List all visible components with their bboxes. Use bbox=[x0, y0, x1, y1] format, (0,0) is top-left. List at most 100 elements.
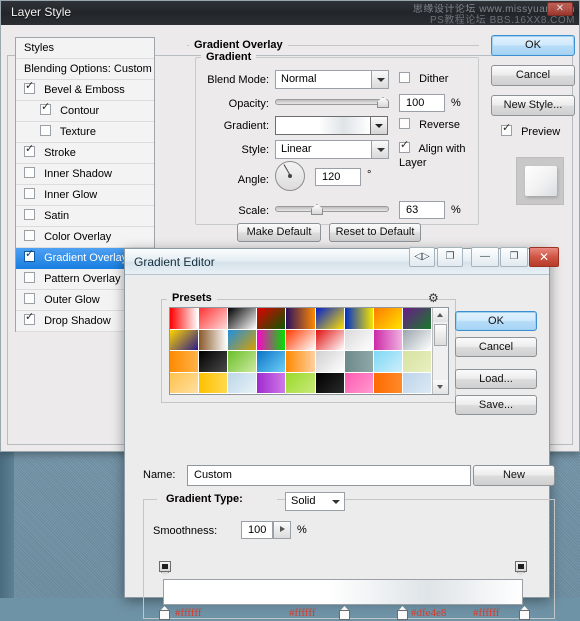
ge-load-button[interactable]: Load... bbox=[455, 369, 537, 389]
presets-grid[interactable] bbox=[170, 308, 432, 394]
checkbox-satin[interactable] bbox=[24, 209, 35, 220]
minimize-icon[interactable]: — bbox=[471, 247, 499, 267]
new-style-button[interactable]: New Style... bbox=[491, 95, 575, 116]
presets-scrollbar[interactable] bbox=[432, 308, 448, 394]
angle-input[interactable]: 120 bbox=[315, 168, 361, 186]
cancel-button[interactable]: Cancel bbox=[491, 65, 575, 86]
checkbox-outer-glow[interactable] bbox=[24, 293, 35, 304]
smoothness-input[interactable]: 100 bbox=[241, 521, 273, 539]
ok-button[interactable]: OK bbox=[491, 35, 575, 56]
gradient-preset-swatch[interactable] bbox=[315, 308, 345, 330]
checkbox-stroke[interactable] bbox=[24, 143, 35, 157]
gradient-preview-swatch[interactable] bbox=[275, 116, 371, 135]
gradient-preset-swatch[interactable] bbox=[402, 351, 432, 373]
make-default-button[interactable]: Make Default bbox=[237, 223, 321, 242]
checkbox-dither[interactable] bbox=[399, 72, 410, 83]
ge-cancel-button[interactable]: Cancel bbox=[455, 337, 537, 357]
gradient-preset-swatch[interactable] bbox=[402, 308, 432, 330]
gradient-preset-swatch[interactable] bbox=[199, 351, 229, 373]
close-icon[interactable]: ✕ bbox=[547, 2, 573, 16]
chevron-down-icon[interactable] bbox=[371, 71, 388, 88]
gradient-preset-swatch[interactable] bbox=[257, 372, 287, 394]
sidebar-item-inner-glow[interactable]: Inner Glow bbox=[16, 185, 154, 206]
gradient-preset-swatch[interactable] bbox=[257, 308, 287, 330]
gradient-preset-swatch[interactable] bbox=[170, 308, 200, 330]
gradient-preset-swatch[interactable] bbox=[402, 372, 432, 394]
gradient-preset-swatch[interactable] bbox=[344, 329, 374, 351]
chevron-down-icon[interactable] bbox=[371, 141, 388, 158]
blend-mode-select[interactable]: Normal bbox=[275, 70, 389, 89]
sidebar-item-contour[interactable]: Contour bbox=[16, 101, 154, 122]
presets-grid-container[interactable] bbox=[169, 307, 449, 395]
reset-to-default-button[interactable]: Reset to Default bbox=[329, 223, 421, 242]
sidebar-item-color-overlay[interactable]: Color Overlay bbox=[16, 227, 154, 248]
gradient-preset-swatch[interactable] bbox=[170, 372, 200, 394]
angle-dial[interactable] bbox=[275, 161, 305, 191]
scale-slider[interactable] bbox=[275, 206, 389, 212]
restore-window-icon[interactable]: ❐ bbox=[437, 247, 463, 267]
dither-checkbox-group[interactable]: Dither bbox=[399, 72, 448, 86]
gradient-preset-swatch[interactable] bbox=[344, 308, 374, 330]
ge-new-button[interactable]: New bbox=[473, 465, 555, 486]
gradient-preset-dropdown-icon[interactable] bbox=[371, 116, 388, 135]
checkbox-gradient-overlay[interactable] bbox=[24, 248, 35, 262]
reverse-checkbox-group[interactable]: Reverse bbox=[399, 118, 460, 132]
preview-checkbox-group[interactable]: Preview bbox=[501, 122, 560, 138]
gradient-preset-swatch[interactable] bbox=[286, 372, 316, 394]
color-stop-2[interactable] bbox=[339, 606, 350, 620]
gradient-preset-swatch[interactable] bbox=[286, 351, 316, 373]
gradient-preset-swatch[interactable] bbox=[373, 308, 403, 330]
opacity-slider[interactable] bbox=[275, 99, 389, 105]
gradient-preset-swatch[interactable] bbox=[344, 372, 374, 394]
style-select[interactable]: Linear bbox=[275, 140, 389, 159]
checkbox-pattern-overlay[interactable] bbox=[24, 272, 35, 283]
gradient-preset-swatch[interactable] bbox=[199, 329, 229, 351]
gradient-preset-swatch[interactable] bbox=[286, 329, 316, 351]
sidebar-item-blending-options[interactable]: Blending Options: Custom bbox=[16, 59, 154, 80]
checkbox-contour[interactable] bbox=[40, 101, 51, 115]
checkbox-align-with-layer[interactable] bbox=[399, 139, 410, 153]
checkbox-preview[interactable] bbox=[501, 122, 512, 136]
scroll-down-icon[interactable] bbox=[433, 380, 448, 394]
sidebar-item-inner-shadow[interactable]: Inner Shadow bbox=[16, 164, 154, 185]
gradient-preset-swatch[interactable] bbox=[199, 308, 229, 330]
gradient-preset-swatch[interactable] bbox=[228, 329, 258, 351]
styles-list-header[interactable]: Styles bbox=[16, 38, 154, 59]
gradient-preset-swatch[interactable] bbox=[257, 329, 287, 351]
gradient-preset-swatch[interactable] bbox=[228, 351, 258, 373]
sidebar-item-bevel-emboss[interactable]: Bevel & Emboss bbox=[16, 80, 154, 101]
gradient-preset-swatch[interactable] bbox=[228, 308, 258, 330]
checkbox-bevel-emboss[interactable] bbox=[24, 80, 35, 94]
color-stop-3[interactable] bbox=[397, 606, 408, 620]
checkbox-reverse[interactable] bbox=[399, 118, 410, 129]
gradient-preset-swatch[interactable] bbox=[199, 372, 229, 394]
prev-next-icon[interactable]: ◁▷ bbox=[409, 247, 435, 267]
ge-ok-button[interactable]: OK bbox=[455, 311, 537, 331]
gradient-preset-swatch[interactable] bbox=[373, 351, 403, 373]
color-stop-4[interactable] bbox=[519, 606, 530, 620]
gradient-preset-swatch[interactable] bbox=[170, 351, 200, 373]
scale-input[interactable]: 63 bbox=[399, 201, 445, 219]
gradient-preset-swatch[interactable] bbox=[257, 351, 287, 373]
checkbox-texture[interactable] bbox=[40, 125, 51, 136]
sidebar-item-stroke[interactable]: Stroke bbox=[16, 143, 154, 164]
layer-style-titlebar[interactable]: Layer Style 思缘设计论坛 www.missyuan.com PS教程… bbox=[1, 1, 579, 26]
opacity-stop-right[interactable] bbox=[515, 561, 527, 577]
name-input[interactable]: Custom bbox=[187, 465, 471, 486]
sidebar-item-satin[interactable]: Satin bbox=[16, 206, 154, 227]
opacity-stop-left[interactable] bbox=[159, 561, 171, 577]
gradient-editor-titlebar[interactable]: Gradient Editor ◁▷ ❐ — ❐ ✕ bbox=[125, 247, 559, 275]
smoothness-stepper[interactable] bbox=[273, 521, 291, 539]
align-with-layer-group[interactable]: Align with Layer bbox=[399, 139, 479, 170]
gear-icon[interactable]: ⚙ bbox=[428, 291, 439, 305]
scrollbar-thumb[interactable] bbox=[434, 324, 447, 346]
opacity-input[interactable]: 100 bbox=[399, 94, 445, 112]
sidebar-item-texture[interactable]: Texture bbox=[16, 122, 154, 143]
checkbox-color-overlay[interactable] bbox=[24, 230, 35, 241]
gradient-preset-swatch[interactable] bbox=[315, 351, 345, 373]
checkbox-drop-shadow[interactable] bbox=[24, 311, 35, 325]
scroll-up-icon[interactable] bbox=[433, 308, 448, 322]
ge-save-button[interactable]: Save... bbox=[455, 395, 537, 415]
chevron-down-icon[interactable] bbox=[327, 493, 344, 510]
gradient-strip[interactable] bbox=[163, 579, 523, 605]
